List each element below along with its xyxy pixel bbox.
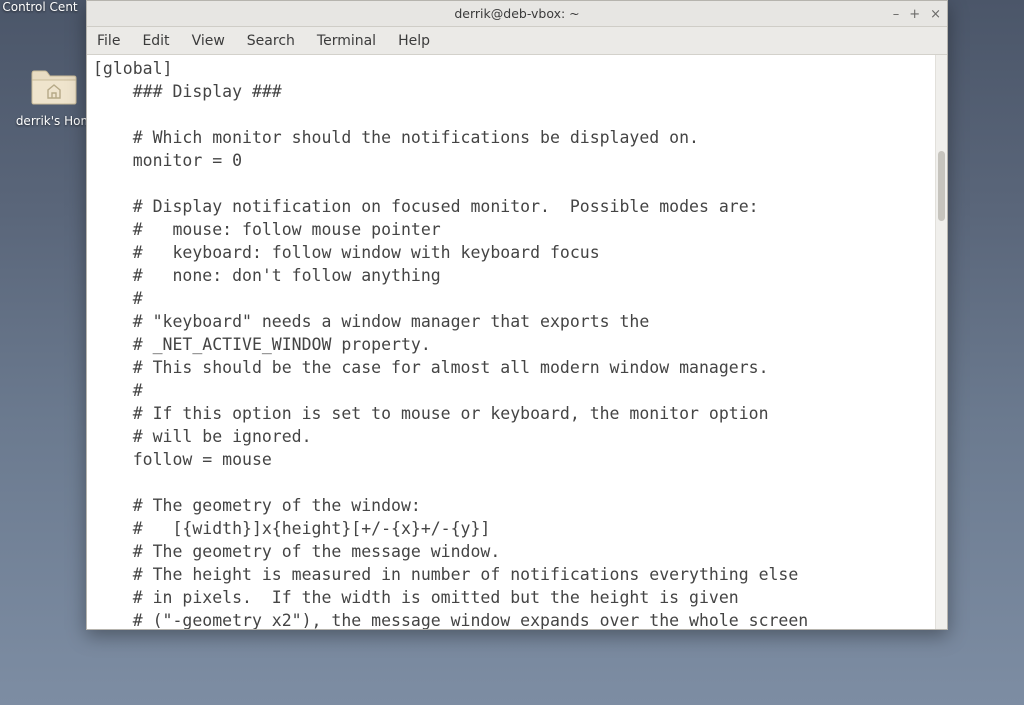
- close-button[interactable]: ×: [930, 8, 941, 21]
- desktop-icon-control-center[interactable]: Control Cent: [0, 0, 80, 14]
- menu-file[interactable]: File: [97, 33, 120, 49]
- desktop-icon-home-folder[interactable]: derrik's Hom: [14, 62, 94, 128]
- menubar: File Edit View Search Terminal Help: [87, 27, 947, 55]
- terminal-body: [global] ### Display ### # Which monitor…: [87, 55, 947, 629]
- menu-help[interactable]: Help: [398, 33, 430, 49]
- window-controls: – + ×: [893, 1, 941, 27]
- maximize-button[interactable]: +: [909, 8, 920, 21]
- menu-view[interactable]: View: [192, 33, 225, 49]
- menu-edit[interactable]: Edit: [142, 33, 169, 49]
- scrollbar-track[interactable]: [935, 55, 947, 629]
- menu-search[interactable]: Search: [247, 33, 295, 49]
- terminal-window: derrik@deb-vbox: ~ – + × File Edit View …: [86, 0, 948, 630]
- desktop-icon-label: derrik's Hom: [14, 114, 94, 128]
- menu-terminal[interactable]: Terminal: [317, 33, 376, 49]
- desktop-icon-label: Control Cent: [0, 0, 80, 14]
- minimize-button[interactable]: –: [893, 8, 900, 21]
- scrollbar-thumb[interactable]: [938, 151, 945, 221]
- window-titlebar[interactable]: derrik@deb-vbox: ~ – + ×: [87, 1, 947, 27]
- terminal-text-area[interactable]: [global] ### Display ### # Which monitor…: [87, 55, 935, 629]
- home-folder-icon: [30, 62, 78, 110]
- window-title: derrik@deb-vbox: ~: [454, 6, 579, 21]
